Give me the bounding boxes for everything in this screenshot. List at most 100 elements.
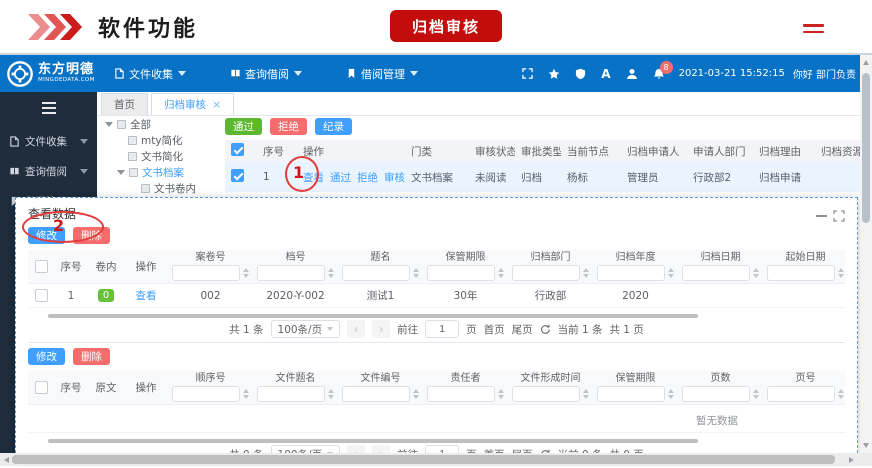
select-all-checkbox[interactable]: [231, 143, 244, 156]
scroll-right-arrow[interactable]: [849, 457, 854, 463]
sort-arrows-icon[interactable]: [328, 389, 334, 399]
filter-input[interactable]: [427, 265, 495, 281]
page-input[interactable]: [425, 445, 459, 453]
filter-input[interactable]: [172, 265, 240, 281]
shield-icon[interactable]: [575, 68, 586, 80]
approve-button[interactable]: 通过: [225, 118, 262, 135]
sort-arrows-icon[interactable]: [668, 268, 674, 278]
inner-count-badge[interactable]: 0: [98, 289, 114, 302]
tree-node-mty[interactable]: mty简化: [97, 132, 224, 148]
horizontal-scrollbar[interactable]: [28, 439, 845, 443]
caret-down-icon[interactable]: [117, 170, 125, 175]
scroll-left-arrow[interactable]: [4, 457, 9, 463]
nav-item-borrow-manage[interactable]: 借阅管理: [346, 66, 418, 82]
files-table-row[interactable]: 1 0 查看 002 2020-Y-002 测试1 30年 行政部 2020: [28, 284, 845, 308]
menu-icon[interactable]: [803, 24, 824, 37]
delete-button[interactable]: 删除: [73, 227, 110, 244]
sort-arrows-icon[interactable]: [668, 389, 674, 399]
sort-arrows-icon[interactable]: [413, 268, 419, 278]
sort-arrows-icon[interactable]: [583, 268, 589, 278]
next-page-button[interactable]: ›: [372, 445, 390, 453]
audit-table-row[interactable]: 1 查看通过拒绝审核记录 文书档案 未阅读 归档 杨标 管理员 行政部2 归档申…: [225, 162, 860, 192]
tab-home[interactable]: 首页: [101, 93, 148, 115]
filter-input[interactable]: [342, 386, 410, 402]
page-size-select[interactable]: 100条/页: [271, 445, 341, 453]
reject-link[interactable]: 拒绝: [357, 172, 378, 184]
nav-item-file-collect[interactable]: 文件收集: [114, 66, 186, 82]
row-checkbox[interactable]: [35, 289, 48, 302]
filter-input[interactable]: [342, 265, 410, 281]
edit-button[interactable]: 修改: [28, 227, 65, 244]
font-size-icon[interactable]: A: [601, 67, 610, 81]
tree-node-all[interactable]: 全部: [97, 116, 224, 132]
sort-arrows-icon[interactable]: [498, 389, 504, 399]
select-all-checkbox[interactable]: [35, 381, 48, 394]
last-page-link[interactable]: 尾页: [512, 322, 533, 337]
filter-input[interactable]: [427, 386, 495, 402]
sort-arrows-icon[interactable]: [838, 268, 844, 278]
filter-input[interactable]: [767, 265, 835, 281]
scrollbar-thumb[interactable]: [862, 73, 870, 223]
sort-arrows-icon[interactable]: [243, 268, 249, 278]
collapse-menu-icon[interactable]: [42, 102, 56, 114]
filter-input[interactable]: [682, 386, 750, 402]
delete-button[interactable]: 删除: [73, 348, 110, 365]
first-page-link[interactable]: 首页: [484, 322, 505, 337]
scrollbar-thumb[interactable]: [12, 455, 835, 464]
sort-arrows-icon[interactable]: [328, 268, 334, 278]
nav-item-query-borrow[interactable]: 查询借阅: [230, 66, 302, 82]
record-button[interactable]: 纪录: [315, 118, 352, 135]
page-input[interactable]: [425, 320, 459, 338]
filter-input[interactable]: [172, 386, 240, 402]
close-icon[interactable]: ×: [212, 98, 221, 111]
prev-page-button[interactable]: ‹: [347, 445, 365, 453]
sort-arrows-icon[interactable]: [413, 389, 419, 399]
horizontal-scrollbar[interactable]: [28, 314, 845, 318]
filter-input[interactable]: [597, 386, 665, 402]
approve-link[interactable]: 通过: [330, 172, 351, 184]
sort-arrows-icon[interactable]: [838, 389, 844, 399]
tree-node-wenshu-juannei[interactable]: 文书卷内: [97, 180, 224, 196]
filter-input[interactable]: [512, 265, 580, 281]
expand-icon[interactable]: [833, 210, 845, 222]
sort-arrows-icon[interactable]: [753, 389, 759, 399]
fullscreen-icon[interactable]: [522, 68, 533, 79]
filter-input[interactable]: [257, 265, 325, 281]
brand-logo[interactable]: 东方明德 MINGDEDATA.COM: [6, 60, 106, 88]
tab-archive-audit[interactable]: 归档审核 ×: [151, 93, 234, 115]
scroll-down-arrow[interactable]: [863, 443, 869, 448]
vertical-scrollbar[interactable]: [860, 55, 872, 453]
select-all-checkbox[interactable]: [35, 260, 48, 273]
bell-icon[interactable]: 8: [653, 68, 665, 80]
scroll-up-arrow[interactable]: [863, 60, 869, 65]
sort-arrows-icon[interactable]: [243, 389, 249, 399]
filter-input[interactable]: [512, 386, 580, 402]
refresh-icon[interactable]: [540, 324, 551, 335]
star-icon[interactable]: [548, 68, 560, 80]
sort-arrows-icon[interactable]: [498, 268, 504, 278]
sidebar-item-query-borrow[interactable]: 查询借阅: [0, 156, 97, 186]
view-link[interactable]: 查看: [303, 172, 324, 184]
edit-button[interactable]: 修改: [28, 348, 65, 365]
user-icon[interactable]: [626, 68, 638, 80]
tree-node-wenshu-archive[interactable]: 文书档案: [97, 164, 224, 180]
row-checkbox[interactable]: [231, 169, 244, 182]
filter-input[interactable]: [257, 386, 325, 402]
minimize-icon[interactable]: [816, 215, 827, 217]
filter-input[interactable]: [682, 265, 750, 281]
sort-arrows-icon[interactable]: [583, 389, 589, 399]
tree-node-wenshu-simple[interactable]: 文书简化: [97, 148, 224, 164]
audit-record-link[interactable]: 审核记录: [384, 172, 405, 184]
filter-input[interactable]: [767, 386, 835, 402]
horizontal-page-scrollbar[interactable]: [0, 453, 872, 466]
view-data-modal: 查看数据 修改 删除 序号 卷内 操作 案卷号 档号 题名: [15, 197, 858, 453]
reject-button[interactable]: 拒绝: [270, 118, 307, 135]
view-link[interactable]: 查看: [136, 288, 157, 303]
page-size-select[interactable]: 100条/页: [271, 320, 341, 338]
prev-page-button[interactable]: ‹: [347, 320, 365, 338]
next-page-button[interactable]: ›: [372, 320, 390, 338]
caret-down-icon[interactable]: [105, 122, 113, 127]
filter-input[interactable]: [597, 265, 665, 281]
sort-arrows-icon[interactable]: [753, 268, 759, 278]
sidebar-item-file-collect[interactable]: 文件收集: [0, 126, 97, 156]
